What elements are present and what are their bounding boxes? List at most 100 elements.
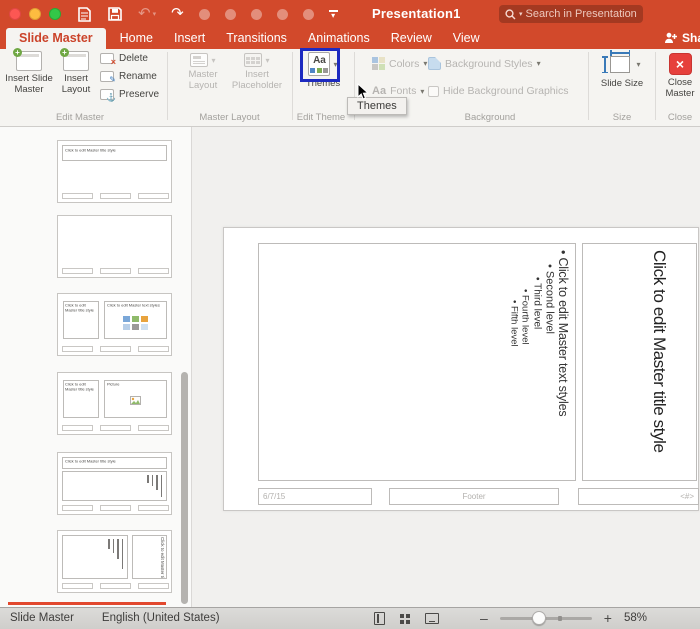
slide-editor-area: • Click to edit Master text styles • Sec…	[193, 127, 700, 607]
new-document-icon[interactable]	[76, 6, 92, 22]
slide-canvas[interactable]: • Click to edit Master text styles • Sec…	[223, 227, 699, 511]
status-bar: Slide Master English (United States) – +…	[0, 607, 700, 629]
themes-icon: Aa	[308, 52, 331, 76]
undo-button[interactable]: ↶ ▾	[138, 5, 157, 22]
save-icon[interactable]	[107, 6, 123, 22]
tab-review[interactable]: Review	[391, 28, 432, 49]
slide-thumbnail[interactable]: Click to edit Master title style	[57, 530, 172, 593]
toolbar-overflow-icon[interactable]: ▾	[328, 9, 338, 19]
zoom-detent	[557, 615, 562, 621]
search-scope-dropdown-icon[interactable]: ▾	[519, 10, 523, 18]
colors-icon	[372, 57, 385, 70]
close-window-button[interactable]	[9, 8, 21, 20]
zoom-in-button[interactable]: +	[604, 611, 612, 625]
footer-placeholder[interactable]: Footer	[389, 488, 559, 505]
tab-insert[interactable]: Insert	[174, 28, 205, 49]
zoom-out-button[interactable]: –	[480, 611, 488, 625]
quick-access-toolbar: ↶ ▾ ↷ ▾	[76, 4, 338, 24]
slide-thumbnail[interactable]: Click to edit Master title style	[57, 452, 172, 515]
bullet-level-1: • Click to edit Master text styles	[556, 250, 570, 417]
slide-thumbnail[interactable]: Click to edit Master title style Picture	[57, 372, 172, 435]
themes-button[interactable]: Aa ▾ Themes	[302, 52, 344, 90]
tab-slide-master[interactable]: Slide Master	[6, 28, 106, 49]
insert-layout-button[interactable]: + Insert Layout	[55, 48, 97, 95]
ribbon-separator	[292, 52, 293, 120]
tab-animations[interactable]: Animations	[308, 28, 370, 49]
insert-placeholder-dropdown-icon: ▾	[265, 55, 270, 65]
picture-placeholder-icon	[130, 396, 141, 405]
slide-thumbnail[interactable]: Click to edit Master title style	[57, 140, 172, 203]
redo-icon[interactable]: ↷	[171, 6, 184, 21]
undo-icon: ↶	[138, 5, 151, 22]
edit-master-group-label: Edit Master	[55, 112, 105, 123]
undo-dropdown-icon[interactable]: ▾	[153, 10, 157, 18]
zoom-controls: – + 58%	[480, 610, 647, 625]
search-input[interactable]: ▾ Search in Presentation	[499, 5, 643, 23]
zoom-slider-thumb[interactable]	[531, 610, 546, 625]
date-placeholder[interactable]: 6/7/15	[258, 488, 372, 505]
share-button[interactable]: Sha	[664, 31, 700, 45]
tab-view[interactable]: View	[453, 28, 480, 49]
background-styles-button[interactable]: Background Styles ▾	[428, 57, 541, 70]
tab-home[interactable]: Home	[120, 28, 153, 49]
master-layout-icon	[190, 53, 209, 67]
colors-button[interactable]: Colors ▾	[372, 57, 427, 70]
zoom-slider[interactable]	[499, 610, 592, 625]
close-master-icon: ×	[668, 53, 692, 75]
title-placeholder[interactable]: Click to edit Master title style	[582, 243, 697, 481]
status-language[interactable]: English (United States)	[102, 612, 220, 624]
normal-view-icon[interactable]	[374, 612, 385, 625]
hide-background-graphics-checkbox[interactable]: Hide Background Graphics	[428, 85, 568, 97]
slide-thumbnail[interactable]	[57, 215, 172, 278]
insert-slide-master-button[interactable]: + Insert Slide Master	[5, 48, 53, 95]
fonts-icon: Aa	[372, 84, 387, 97]
slide-size-icon	[602, 50, 633, 76]
slideshow-view-icon[interactable]	[425, 613, 439, 624]
disabled-toolbar-icon	[250, 8, 262, 20]
workspace: Click to edit Master title style Click t…	[0, 127, 700, 607]
delete-icon: ×	[100, 53, 116, 67]
view-switcher	[374, 612, 439, 625]
delete-button[interactable]: × Delete	[100, 53, 148, 67]
minimize-window-button[interactable]	[29, 8, 41, 20]
body-placeholder[interactable]: • Click to edit Master text styles • Sec…	[258, 243, 576, 481]
thumbnail-title-text: Click to edit Master title style	[65, 459, 116, 464]
rename-icon: ✎	[100, 71, 116, 84]
disabled-toolbar-icon	[302, 8, 314, 20]
insert-placeholder-button[interactable]: ▾ Insert Placeholder	[228, 53, 286, 91]
size-group-label: Size	[612, 112, 632, 123]
slide-thumbnail[interactable]: Click to edit Master title style Click t…	[57, 293, 172, 356]
mouse-cursor-icon	[357, 83, 369, 100]
thumbnail-title-text: Click to edit Master title style	[65, 303, 94, 313]
zoom-level[interactable]: 58%	[624, 612, 647, 624]
background-styles-icon	[428, 57, 441, 70]
rename-button[interactable]: ✎ Rename	[100, 71, 157, 84]
powerpoint-window: ↶ ▾ ↷ ▾ Presentation1 ▾ Search in Presen…	[0, 0, 700, 629]
background-group-label: Background	[464, 112, 516, 123]
slide-number-placeholder[interactable]: <#>	[578, 488, 699, 505]
ribbon-tab-bar: Slide Master Home Insert Transitions Ani…	[0, 28, 700, 49]
slide-size-button[interactable]: ▾ Slide Size	[598, 50, 646, 90]
preserve-button[interactable]: ⚓ Preserve	[100, 89, 159, 102]
close-master-button[interactable]: × Close Master	[660, 53, 700, 99]
bullet-level-2: • Second level	[543, 264, 556, 334]
disabled-toolbar-icon	[198, 8, 210, 20]
slide-size-dropdown-icon[interactable]: ▾	[636, 60, 640, 69]
thumbnail-title-text: Click to edit Master title style	[65, 148, 116, 153]
vertical-text-lines	[108, 539, 123, 569]
slide-sorter-view-icon[interactable]	[400, 613, 410, 624]
fonts-button[interactable]: Aa Fonts ▾	[372, 85, 424, 97]
title-bar: ↶ ▾ ↷ ▾ Presentation1 ▾ Search in Presen…	[0, 0, 700, 28]
footer-text: Footer	[462, 492, 486, 501]
preserve-icon: ⚓	[100, 89, 116, 102]
bullet-level-3: • Third level	[531, 277, 543, 330]
slide-number-text: <#>	[680, 492, 694, 501]
annotation-red-line	[8, 602, 166, 605]
master-layout-button[interactable]: ▾ Master Layout	[178, 53, 228, 91]
thumbnail-scrollbar[interactable]	[181, 372, 188, 604]
status-view-name[interactable]: Slide Master	[10, 612, 74, 624]
tab-transitions[interactable]: Transitions	[226, 28, 287, 49]
ribbon-separator	[167, 52, 168, 120]
themes-dropdown-icon[interactable]: ▾	[333, 60, 337, 69]
zoom-window-button[interactable]	[49, 8, 61, 20]
